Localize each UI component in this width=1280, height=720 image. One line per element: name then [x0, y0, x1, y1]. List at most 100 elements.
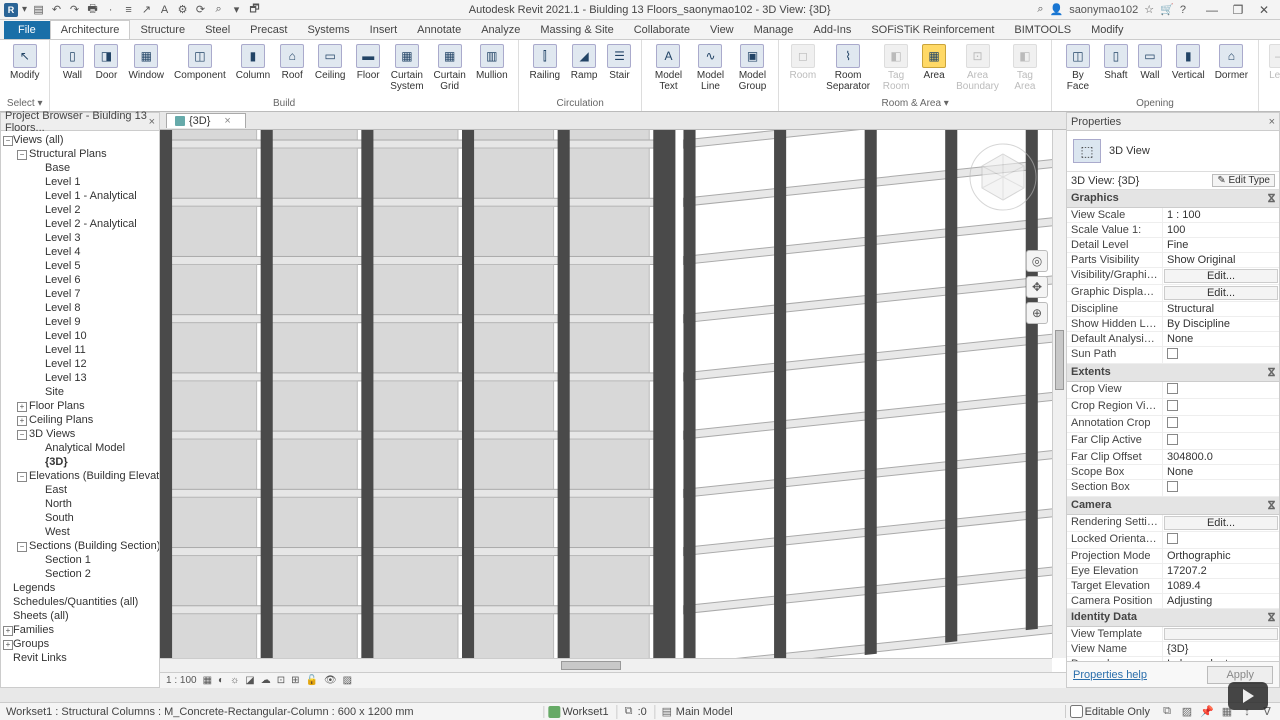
tree-node[interactable]: Level 11 [1, 343, 159, 357]
wall-tool[interactable]: ▯Wall [56, 42, 88, 83]
property-value[interactable] [1163, 382, 1279, 398]
model-line-tool[interactable]: ∿Model Line [690, 42, 730, 94]
visual-style-icon[interactable]: ◐ [218, 675, 224, 686]
close-icon[interactable]: × [1269, 116, 1275, 128]
category-camera[interactable]: Cameraⴵ [1067, 497, 1279, 515]
dormer-tool[interactable]: ⌂Dormer [1211, 42, 1252, 83]
qat-button[interactable]: 🗗 [247, 2, 262, 17]
tab-steel[interactable]: Steel [195, 21, 240, 39]
tree-node[interactable]: Legends [1, 581, 159, 595]
qat-button[interactable]: ↗ [139, 2, 154, 17]
qat-button[interactable]: 🖶 [85, 2, 100, 17]
qat-button[interactable]: ⌕ [211, 2, 226, 17]
wall-tool[interactable]: ▭Wall [1134, 42, 1166, 83]
tab-manage[interactable]: Manage [744, 21, 804, 39]
checkbox[interactable] [1167, 400, 1178, 411]
nav-wheel-icon[interactable]: ◎ [1026, 250, 1048, 272]
close-icon[interactable]: × [149, 116, 155, 128]
tree-node[interactable]: Level 12 [1, 357, 159, 371]
property-value[interactable]: By Discipline [1163, 317, 1279, 331]
tab-file[interactable]: File [4, 21, 50, 39]
by-face-tool[interactable]: ◫By Face [1058, 42, 1098, 94]
property-value[interactable]: 304800.0 [1163, 450, 1279, 464]
property-value[interactable]: Adjusting [1163, 594, 1279, 608]
apply-button[interactable]: Apply [1207, 666, 1273, 684]
view-scale[interactable]: 1 : 100 [166, 675, 197, 686]
tree-node[interactable]: Schedules/Quantities (all) [1, 595, 159, 609]
tab-add-ins[interactable]: Add-Ins [803, 21, 861, 39]
property-value[interactable]: Structural [1163, 302, 1279, 316]
property-value[interactable]: Edit... [1164, 516, 1278, 530]
railing-tool[interactable]: ⫿Railing [525, 42, 565, 83]
close-button[interactable]: ✕ [1252, 2, 1276, 18]
sun-path-icon[interactable]: ☼ [230, 675, 239, 686]
tree-node[interactable]: Level 2 - Analytical [1, 217, 159, 231]
qat-button[interactable]: ▤ [31, 2, 46, 17]
tree-node[interactable]: Families [1, 623, 159, 637]
property-value[interactable] [1163, 416, 1279, 432]
view-tab-3d[interactable]: {3D}× [166, 113, 246, 128]
user-icon[interactable]: 👤 [1049, 3, 1063, 16]
help-icon[interactable]: ? [1180, 4, 1186, 16]
maximize-button[interactable]: ❐ [1226, 2, 1250, 18]
main-model-icon[interactable]: ▤ [660, 705, 674, 719]
model-group-tool[interactable]: ▣Model Group [732, 42, 772, 94]
property-value[interactable] [1163, 480, 1279, 496]
tree-node[interactable]: Revit Links [1, 651, 159, 665]
tree-node[interactable]: Sections (Building Section) [1, 539, 159, 553]
select-links-icon[interactable]: ⧉ [1160, 705, 1174, 719]
design-option[interactable]: Main Model [676, 706, 733, 718]
tree-node[interactable]: Level 1 [1, 175, 159, 189]
tree-node[interactable]: Structural Plans [1, 147, 159, 161]
ceiling-tool[interactable]: ▭Ceiling [310, 42, 350, 83]
room-separator-tool[interactable]: ⌇Room Separator [822, 42, 874, 94]
property-value[interactable]: Edit... [1164, 286, 1278, 300]
crop-show-icon[interactable]: ⊞ [291, 675, 299, 686]
roof-tool[interactable]: ⌂Roof [276, 42, 308, 83]
stair-tool[interactable]: ☰Stair [603, 42, 635, 83]
nav-zoom-icon[interactable]: ⊕ [1026, 302, 1048, 324]
tree-node[interactable]: Level 6 [1, 273, 159, 287]
tree-node[interactable]: Level 4 [1, 245, 159, 259]
tree-node[interactable]: Level 5 [1, 259, 159, 273]
tree-node[interactable]: Level 2 [1, 203, 159, 217]
minimize-button[interactable]: — [1200, 2, 1224, 18]
nav-pan-icon[interactable]: ✥ [1026, 276, 1048, 298]
door-tool[interactable]: ◨Door [90, 42, 122, 83]
favorites-icon[interactable]: ☆ [1144, 3, 1154, 16]
tree-node[interactable]: Level 9 [1, 315, 159, 329]
modify-tool[interactable]: ↖Modify [6, 42, 43, 83]
checkbox[interactable] [1167, 417, 1178, 428]
curtain-system-tool[interactable]: ▦Curtain System [386, 42, 427, 94]
qat-button[interactable]: ▾ [229, 2, 244, 17]
tree-node[interactable]: Level 7 [1, 287, 159, 301]
design-options-icon[interactable]: ⧉ [622, 705, 636, 719]
edit-type-button[interactable]: ✎ Edit Type [1212, 174, 1275, 187]
property-value[interactable]: Orthographic [1163, 549, 1279, 563]
tree-node[interactable]: Level 8 [1, 301, 159, 315]
filemenu-icon[interactable]: ▾ [22, 4, 27, 15]
tree-node[interactable]: Level 1 - Analytical [1, 189, 159, 203]
unlock-icon[interactable]: 🔓 [306, 675, 318, 686]
tree-node[interactable]: South [1, 511, 159, 525]
tab-annotate[interactable]: Annotate [407, 21, 471, 39]
checkbox[interactable] [1167, 481, 1178, 492]
tab-bimtools[interactable]: BIMTOOLS [1004, 21, 1081, 39]
tree-node[interactable]: Level 3 [1, 231, 159, 245]
qat-button[interactable]: A [157, 2, 172, 17]
qat-button[interactable]: ≡ [121, 2, 136, 17]
tab-massing-site[interactable]: Massing & Site [530, 21, 623, 39]
tab-structure[interactable]: Structure [130, 21, 195, 39]
tab-modify[interactable]: Modify [1081, 21, 1133, 39]
curtain-grid-tool[interactable]: ▦Curtain Grid [430, 42, 470, 94]
property-value[interactable] [1163, 532, 1279, 548]
property-value[interactable]: 1 : 100 [1163, 208, 1279, 222]
property-value[interactable]: 100 [1163, 223, 1279, 237]
qat-button[interactable]: ⚙ [175, 2, 190, 17]
column-tool[interactable]: ▮Column [232, 42, 274, 83]
tab-systems[interactable]: Systems [297, 21, 359, 39]
property-value[interactable]: Fine [1163, 238, 1279, 252]
tab-collaborate[interactable]: Collaborate [624, 21, 700, 39]
tree-node[interactable]: 3D Views [1, 427, 159, 441]
qat-button[interactable]: ⟳ [193, 2, 208, 17]
